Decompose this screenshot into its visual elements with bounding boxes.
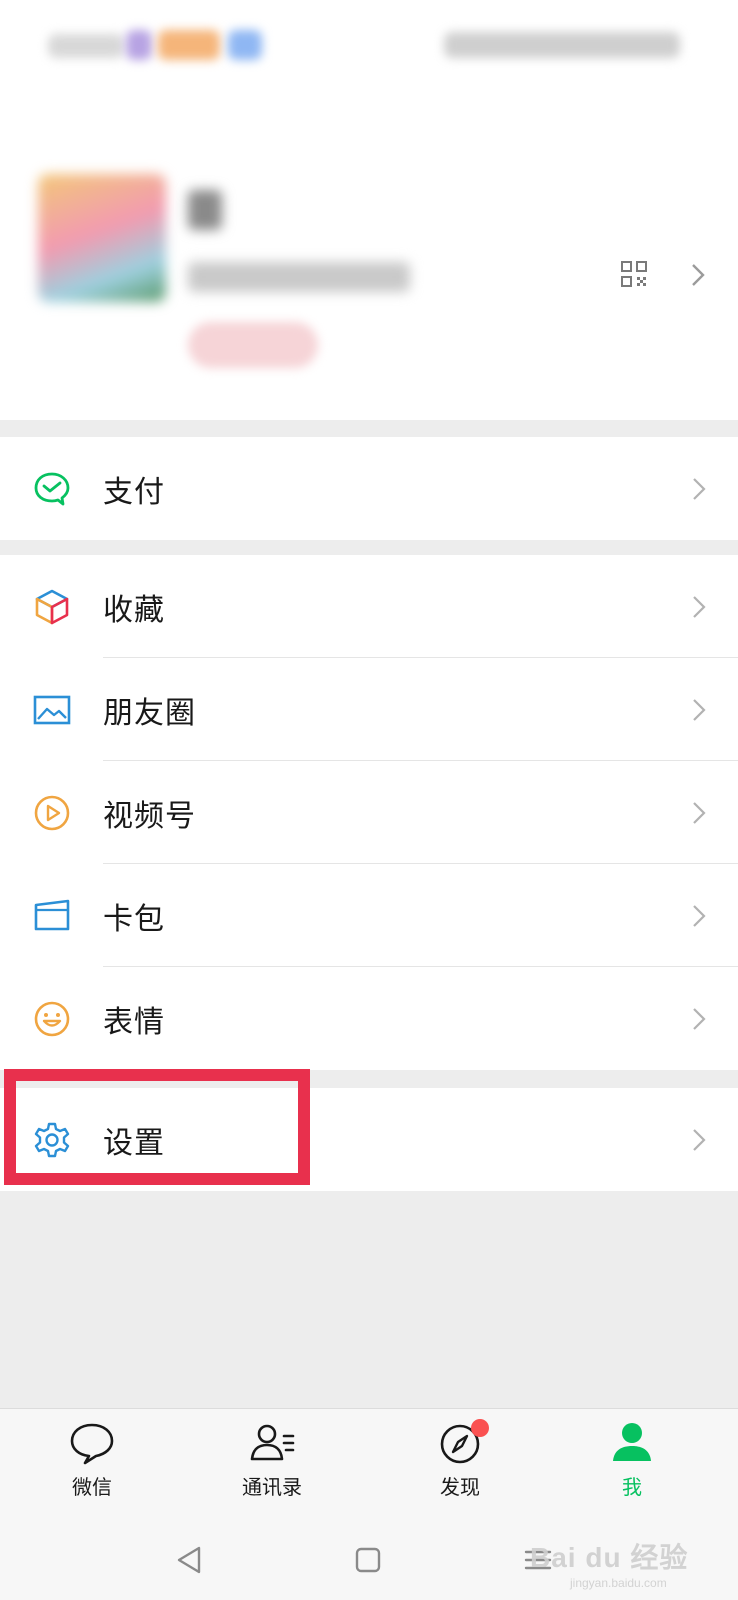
menu-item-favorites-label: 收藏 [103,592,165,628]
chevron-right-icon [693,1128,706,1151]
sticker-smile-icon [32,999,72,1039]
status-app-icon-blur [158,30,220,60]
menu-item-cards[interactable]: 卡包 [0,864,738,967]
tab-me[interactable]: 我 [572,1419,692,1514]
favorites-cube-icon [32,587,72,627]
status-indicators-blur [444,32,680,58]
chevron-right-icon [693,801,706,824]
gear-icon [32,1120,72,1160]
notification-badge-dot [471,1419,489,1437]
tab-me-label: 我 [622,1475,642,1499]
baidu-watermark: Bai du 经验 jingyan.baidu.com [530,1536,730,1596]
menu-group-features: 收藏 朋友圈 视频号 卡包 表情 [0,555,738,1070]
tab-chats[interactable]: 微信 [32,1419,152,1514]
menu-item-stickers[interactable]: 表情 [0,967,738,1070]
menu-item-channels-label: 视频号 [103,798,196,834]
channels-play-icon [32,793,72,833]
menu-item-favorites[interactable]: 收藏 [0,555,738,658]
tab-discover[interactable]: 发现 [400,1419,520,1514]
back-triangle-icon[interactable] [172,1542,208,1578]
avatar[interactable] [38,174,166,302]
person-icon [613,1423,651,1461]
menu-item-settings-label: 设置 [103,1125,165,1161]
moments-picture-icon [32,690,72,730]
profile-id-blur [188,262,410,292]
tab-discover-icon-wrap [435,1419,489,1467]
menu-item-pay-label: 支付 [103,474,165,510]
pay-icon [32,469,72,509]
menu-item-moments-label: 朋友圈 [103,695,196,731]
tab-discover-label: 发现 [440,1475,480,1499]
status-time-blur [48,34,124,58]
chevron-right-icon [693,595,706,618]
chevron-right-icon [693,1007,706,1030]
card-wallet-icon [32,896,72,936]
menu-item-settings[interactable]: 设置 [0,1088,738,1191]
chevron-right-icon [693,698,706,721]
watermark-main: Bai du 经验 [530,1542,689,1573]
status-app-icon-blur [126,30,152,60]
menu-item-stickers-label: 表情 [103,1004,165,1040]
profile-header[interactable] [0,90,738,420]
menu-item-channels[interactable]: 视频号 [0,761,738,864]
home-square-icon[interactable] [350,1542,386,1578]
contacts-icon [250,1424,295,1461]
qr-code-icon[interactable] [620,260,648,288]
chevron-right-icon[interactable] [690,262,706,288]
menu-group-settings: 设置 [0,1088,738,1191]
menu-item-pay[interactable]: 支付 [0,437,738,540]
tab-contacts[interactable]: 通讯录 [212,1419,332,1514]
menu-item-cards-label: 卡包 [103,901,165,937]
chat-bubble-icon [70,1423,114,1465]
chevron-right-icon [693,477,706,500]
bottom-tab-bar: 微信 通讯录 发现 我 [0,1408,738,1520]
watermark-sub: jingyan.baidu.com [570,1576,667,1590]
profile-name-blur [188,190,222,230]
tab-chats-label: 微信 [72,1475,112,1499]
menu-item-moments[interactable]: 朋友圈 [0,658,738,761]
chevron-right-icon [693,904,706,927]
menu-group-pay: 支付 [0,437,738,540]
tab-contacts-label: 通讯录 [242,1475,302,1499]
status-app-icon-blur [228,30,262,60]
status-pill-blur[interactable] [188,322,318,368]
status-bar [0,0,738,90]
